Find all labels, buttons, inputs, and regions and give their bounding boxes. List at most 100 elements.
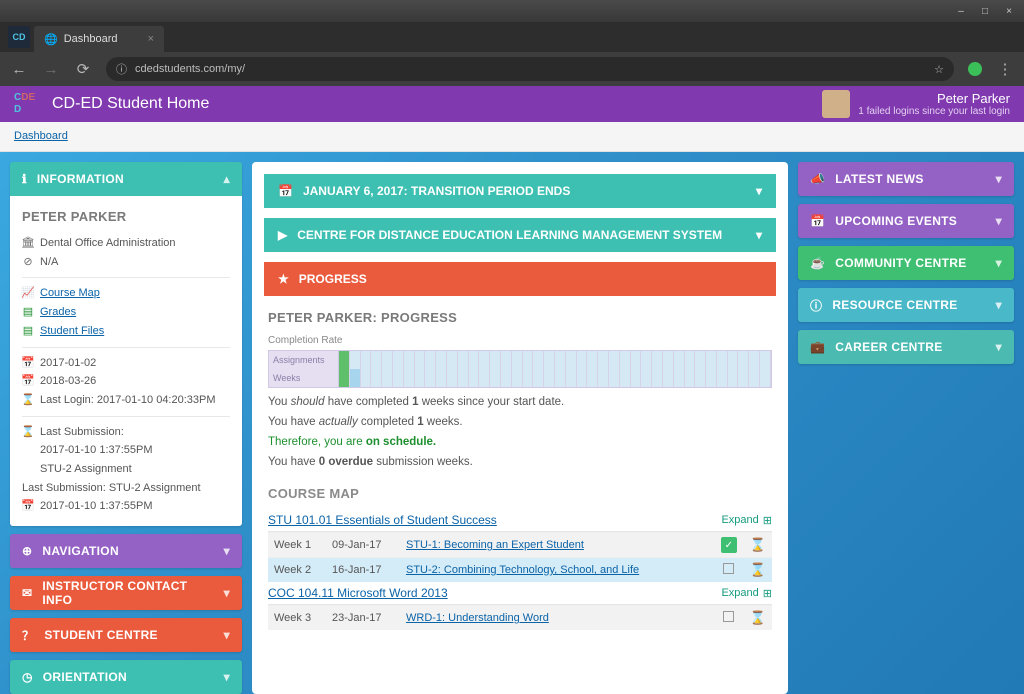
chevron-down-icon: ▾ <box>996 172 1002 186</box>
menu-icon[interactable]: ⋮ <box>996 60 1014 78</box>
msg-schedule: Therefore, you are on schedule. <box>268 436 772 448</box>
orientation-title: ORIENTATION <box>43 670 127 684</box>
video-icon: ▶ <box>278 228 287 242</box>
expand-button[interactable]: Expand ⊞ <box>721 587 772 600</box>
user-name: Peter Parker <box>858 91 1010 106</box>
tab-close-icon[interactable]: × <box>148 33 154 45</box>
checkbox-empty[interactable] <box>723 563 734 574</box>
calendar-icon: 📅 <box>278 184 293 198</box>
date-end: 2018-03-26 <box>40 372 96 391</box>
resource-title: RESOURCE CENTRE <box>832 298 957 312</box>
orientation-panel[interactable]: ◷ORIENTATION▾ <box>10 660 242 694</box>
user-block[interactable]: Peter Parker 1 failed logins since your … <box>822 90 1010 118</box>
window-titlebar: – □ × <box>0 0 1024 22</box>
week-date: 16-Jan-17 <box>326 558 400 583</box>
course-week-row: Week 109-Jan-17 STU-1: Becoming an Expert… <box>268 533 772 558</box>
file-icon: ▤ <box>22 303 34 322</box>
back-button[interactable]: ← <box>10 61 28 78</box>
week-date: 23-Jan-17 <box>326 606 400 631</box>
community-centre-panel[interactable]: ☕COMMUNITY CENTRE▾ <box>798 246 1014 280</box>
progress-header[interactable]: ★PROGRESS <box>264 262 776 296</box>
progress-title: PROGRESS <box>299 272 367 286</box>
banner1-text: JANUARY 6, 2017: TRANSITION PERIOD ENDS <box>303 184 570 198</box>
check-icon: ✓ <box>721 537 737 553</box>
calendar-icon: 📅 <box>22 354 34 373</box>
course-map-link[interactable]: Course Map <box>40 284 100 303</box>
calendar-icon: 📅 <box>22 497 34 516</box>
career-title: CAREER CENTRE <box>835 340 942 354</box>
checkbox-empty[interactable] <box>723 611 734 622</box>
lms-banner[interactable]: ▶ CENTRE FOR DISTANCE EDUCATION LEARNING … <box>264 218 776 252</box>
week-label: Week 1 <box>268 533 326 558</box>
extension-icon[interactable] <box>968 62 982 76</box>
hourglass-icon: ⌛ <box>22 391 34 410</box>
last-submission-item: STU-2 Assignment <box>22 460 230 479</box>
tab-favicon: CD <box>8 26 30 48</box>
reload-button[interactable]: ⟳ <box>74 60 92 78</box>
chevron-down-icon: ▾ <box>996 298 1002 312</box>
status-text: N/A <box>40 253 58 272</box>
file-icon: ▤ <box>22 322 34 341</box>
banner2-text: CENTRE FOR DISTANCE EDUCATION LEARNING M… <box>297 228 722 242</box>
breadcrumb-bar: Dashboard <box>0 122 1024 152</box>
msg-overdue: You have 0 overdue submission weeks. <box>268 456 772 468</box>
forward-button[interactable]: → <box>42 61 60 78</box>
window-close[interactable]: × <box>998 3 1020 19</box>
date-start: 2017-01-02 <box>40 354 96 373</box>
navigation-panel[interactable]: ⊕ NAVIGATION ▾ <box>10 534 242 568</box>
address-bar[interactable]: ⓘ cdedstudents.com/my/ ☆ <box>106 57 954 81</box>
course-week-row: Week 323-Jan-17WRD-1: Understanding Word… <box>268 606 772 631</box>
program-name: Dental Office Administration <box>40 234 176 253</box>
last-login: Last Login: 2017-01-10 04:20:33PM <box>40 391 216 410</box>
site-title: CD-ED Student Home <box>52 95 209 113</box>
last-submission-3: 2017-01-10 1:37:55PM <box>40 497 153 516</box>
instructor-panel[interactable]: ✉ INSTRUCTOR CONTACT INFO ▾ <box>10 576 242 610</box>
assignment-link[interactable]: WRD-1: Understanding Word <box>406 612 549 624</box>
chevron-down-icon: ▾ <box>996 214 1002 228</box>
breadcrumb-link[interactable]: Dashboard <box>14 130 68 142</box>
latest-news-panel[interactable]: 📣LATEST NEWS▾ <box>798 162 1014 196</box>
latest-news-title: LATEST NEWS <box>835 172 923 186</box>
chevron-down-icon: ▾ <box>756 184 762 198</box>
navigation-title: NAVIGATION <box>42 544 119 558</box>
grades-link[interactable]: Grades <box>40 303 76 322</box>
window-minimize[interactable]: – <box>950 3 972 19</box>
assignment-link[interactable]: STU-2: Combining Technology, School, and… <box>406 564 639 576</box>
hourglass-icon: ⌛ <box>750 610 766 625</box>
browser-tab[interactable]: 🌐 Dashboard × <box>34 26 164 52</box>
last-submission-2: Last Submission: STU-2 Assignment <box>22 479 230 498</box>
expand-button[interactable]: Expand ⊞ <box>721 514 772 527</box>
student-files-link[interactable]: Student Files <box>40 322 104 341</box>
chevron-down-icon: ▾ <box>224 586 230 600</box>
information-title: INFORMATION <box>37 172 124 186</box>
star-icon[interactable]: ☆ <box>934 63 944 76</box>
mail-icon: ✉ <box>22 586 32 600</box>
calendar-icon: 📅 <box>810 214 825 228</box>
browser-toolbar: ← → ⟳ ⓘ cdedstudents.com/my/ ☆ ⋮ <box>0 52 1024 86</box>
window-maximize[interactable]: □ <box>974 3 996 19</box>
upcoming-events-panel[interactable]: 📅UPCOMING EVENTS▾ <box>798 204 1014 238</box>
resource-centre-panel[interactable]: ⓘRESOURCE CENTRE▾ <box>798 288 1014 322</box>
coffee-icon: ☕ <box>810 256 825 270</box>
course-link[interactable]: COC 104.11 Microsoft Word 2013 <box>268 586 448 600</box>
compass-icon: ⊕ <box>22 544 32 558</box>
chevron-down-icon: ▾ <box>224 544 230 558</box>
avatar <box>822 90 850 118</box>
instructor-title: INSTRUCTOR CONTACT INFO <box>42 579 213 607</box>
site-logo[interactable]: CDED <box>14 92 42 116</box>
chevron-up-icon: ▴ <box>224 172 230 186</box>
career-centre-panel[interactable]: 💼CAREER CENTRE▾ <box>798 330 1014 364</box>
login-note: 1 failed logins since your last login <box>858 106 1010 117</box>
chart-row2-label: Weeks <box>269 369 339 387</box>
compass-icon: ◷ <box>22 670 33 684</box>
assignment-link[interactable]: STU-1: Becoming an Expert Student <box>406 539 584 551</box>
transition-banner[interactable]: 📅 JANUARY 6, 2017: TRANSITION PERIOD ENDS… <box>264 174 776 208</box>
student-centre-panel[interactable]: ？STUDENT CENTRE▾ <box>10 618 242 652</box>
information-header[interactable]: ℹ INFORMATION ▴ <box>10 162 242 196</box>
chart-row1-label: Assignments <box>269 351 339 369</box>
week-date: 09-Jan-17 <box>326 533 400 558</box>
course-link[interactable]: STU 101.01 Essentials of Student Success <box>268 513 497 527</box>
briefcase-icon: 💼 <box>810 340 825 354</box>
course-week-row: Week 216-Jan-17STU-2: Combining Technolo… <box>268 558 772 583</box>
chevron-down-icon: ▾ <box>756 228 762 242</box>
